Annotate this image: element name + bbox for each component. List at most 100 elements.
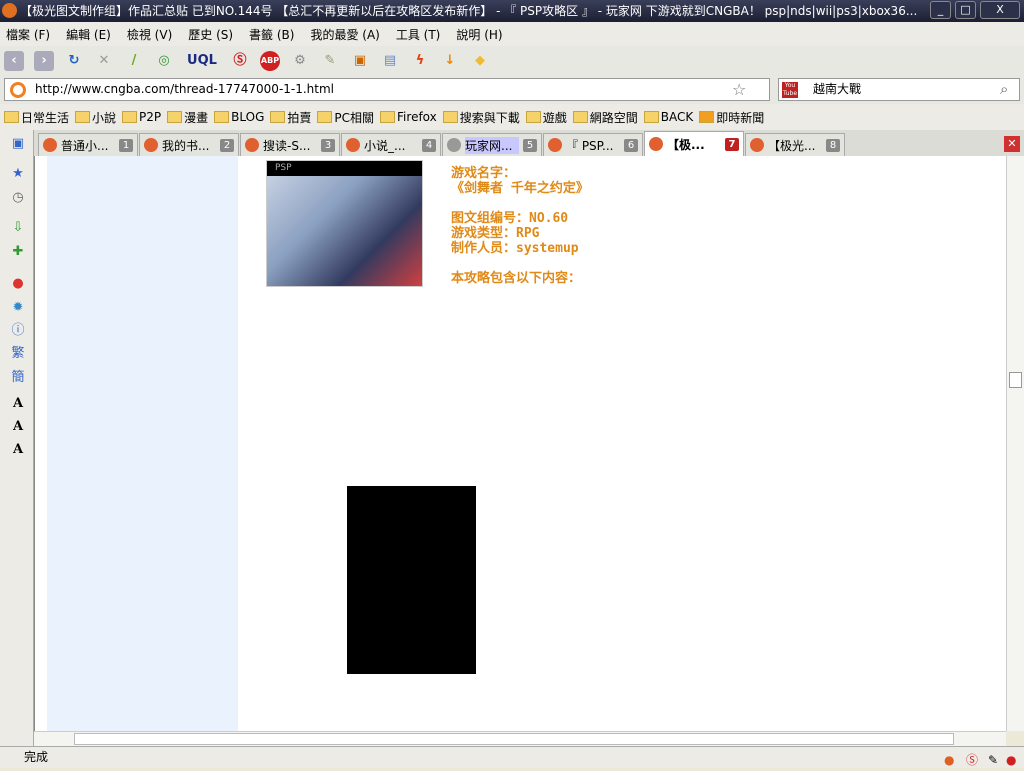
page-icon [43,138,57,152]
scroll-thumb[interactable] [1009,372,1022,388]
window-title: 【极光图文制作组】作品汇总贴 已到NO.144号 【总汇不再更新以后在攻略区发布… [20,4,918,18]
search-input[interactable]: 越南大戰 [778,78,1020,101]
bookmark-folder[interactable]: 小說 [75,109,116,126]
folder-icon [525,111,541,123]
tab[interactable]: 搜读-S... 3 [240,133,340,156]
alert-icon[interactable]: ● [10,276,26,292]
bookmark-folder[interactable]: 漫畫 [167,109,208,126]
site-icon [750,138,764,152]
bookmark-folder[interactable]: BLOG [214,110,264,124]
menu-favorites[interactable]: 我的最愛 (A) [310,26,379,43]
info-line: 《剑舞者 千年之约定》 [451,181,589,196]
simplified-icon[interactable]: 簡 [10,370,26,386]
font-reset-icon[interactable]: A [10,442,26,458]
s-icon[interactable]: Ⓢ [230,51,250,71]
bookmark-folder[interactable]: BACK [643,110,693,124]
status-bar: 完成 ● Ⓢ ✎ ● [0,746,1024,768]
info-line: 游戏名字： [451,166,517,181]
font-increase-icon[interactable]: A [10,396,26,412]
gear-icon[interactable]: ✹ [10,300,26,316]
tab[interactable]: 我的书... 2 [139,133,239,156]
menu-bookmarks[interactable]: 書籤 (B) [249,26,294,43]
page-icon [346,138,360,152]
star-bookmark-icon[interactable]: ☆ [732,80,746,99]
page-content: PSP 游戏名字： 《剑舞者 千年之约定》 图文组编号：NO.60 游戏类型：R… [34,156,1006,731]
bookmark-folder[interactable]: 遊戲 [525,109,567,126]
menu-tools[interactable]: 工具 (T) [396,26,441,43]
address-row: http://www.cngba.com/thread-17747000-1-1… [0,76,1024,104]
tab[interactable]: 玩家网... 5 [442,133,542,156]
bookmark-folder[interactable]: PC相關 [317,109,374,126]
info-line: 本攻略包含以下内容： [451,271,582,286]
info-line: 游戏类型：RPG [451,226,540,241]
tab[interactable]: 普通小... 1 [38,133,138,156]
page-icon [245,138,259,152]
psp-logo: PSP [267,161,422,176]
minimize-button[interactable]: _ [930,1,951,19]
forward-icon[interactable]: › [34,51,54,71]
font-decrease-icon[interactable]: A [10,419,26,435]
vertical-scrollbar[interactable] [1006,156,1024,731]
info-icon[interactable]: ⓘ [10,323,26,339]
bookmark-folder[interactable]: Firefox [380,110,437,124]
game-cover-image: PSP [266,160,423,287]
close-tab-icon[interactable]: ✕ [1004,136,1020,152]
traditional-icon[interactable]: 繁 [10,346,26,362]
download-icon[interactable]: ⇩ [10,220,26,236]
search-icon[interactable]: ⌕ [1000,80,1008,98]
menu-file[interactable]: 檔案 (F) [6,26,50,43]
down-arrow-icon[interactable]: ↓ [440,51,460,71]
picture-icon[interactable]: ▣ [10,136,26,152]
tab[interactable]: 小说_... 4 [341,133,441,156]
navigation-toolbar: ‹ › ↻ ✕ / ◎ UQL Ⓢ ABP ⚙ ✎ ▣ ▤ ϟ ↓ ◆ [0,46,1024,76]
puzzle-icon[interactable]: ✚ [10,244,26,260]
stop-icon[interactable]: ✕ [94,51,114,71]
menu-help[interactable]: 說明 (H) [456,26,502,43]
close-button[interactable]: X [980,1,1020,19]
bookmark-folder[interactable]: P2P [122,110,161,124]
folder-icon [380,111,396,123]
reload-icon[interactable]: ↻ [64,51,84,71]
menu-bar: 檔案 (F) 編輯 (E) 檢視 (V) 歷史 (S) 書籤 (B) 我的最愛 … [0,22,1024,46]
addon-icon[interactable]: ▣ [350,51,370,71]
tab[interactable]: 『 PSP... 6 [543,133,643,156]
maximize-button[interactable]: □ [955,1,976,19]
embedded-media [347,486,476,674]
folder-icon [75,111,91,123]
extension-icon[interactable]: ✎ [320,51,340,71]
game-info: 游戏名字： 《剑舞者 千年之约定》 图文组编号：NO.60 游戏类型：RPG 制… [451,166,589,286]
bookmark-folder[interactable]: 網路空間 [572,109,638,126]
tab[interactable]: 【极光... 8 [745,133,845,156]
menu-view[interactable]: 檢視 (V) [127,26,172,43]
folder-icon [643,111,659,123]
tag-icon[interactable]: ◆ [470,51,490,71]
bookmark-folder[interactable]: 搜索與下載 [442,109,520,126]
leaf-icon[interactable]: / [124,51,144,71]
download-helper-icon[interactable]: ◎ [154,51,174,71]
note-icon[interactable]: ▤ [380,51,400,71]
horizontal-scrollbar[interactable] [34,731,1006,746]
uql-icon[interactable]: UQL [184,51,220,71]
folder-icon [270,111,286,123]
history-icon[interactable]: ◷ [10,190,26,206]
status-text: 完成 [24,750,49,764]
tool-icon[interactable]: ⚙ [290,51,310,71]
loading-icon [447,138,461,152]
tab-bar: 普通小... 1 我的书... 2 搜读-S... 3 小说_... 4 玩家网... 5… [34,130,1024,156]
menu-history[interactable]: 歷史 (S) [188,26,233,43]
back-icon[interactable]: ‹ [4,51,24,71]
bookmark-icon[interactable]: ★ [10,166,26,182]
scroll-thumb[interactable] [74,733,954,745]
bookmark-folder[interactable]: 日常生活 [4,109,69,126]
adblock-icon[interactable]: ABP [260,51,280,71]
flash-icon[interactable]: ϟ [410,51,430,71]
tab-active[interactable]: 【极... 7 [644,131,744,156]
info-line: 制作人员：systemup [451,241,579,256]
bookmark-feed[interactable]: 即時新聞 [699,109,764,126]
info-line: 图文组编号：NO.60 [451,211,569,226]
youtube-icon[interactable]: You Tube [782,82,798,98]
menu-edit[interactable]: 編輯 (E) [66,26,111,43]
left-panel [47,156,238,731]
url-input[interactable]: http://www.cngba.com/thread-17747000-1-1… [4,78,770,101]
bookmark-folder[interactable]: 拍賣 [270,109,311,126]
